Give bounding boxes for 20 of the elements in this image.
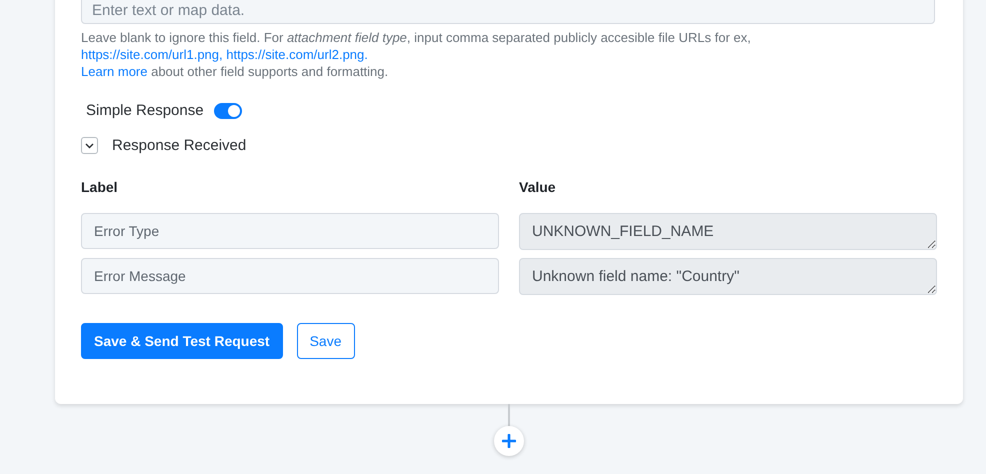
text-area[interactable]: Unknown field name: "Country" (519, 258, 937, 295)
input-field[interactable]: Error Message (81, 258, 499, 294)
chevron-down-icon (85, 142, 94, 149)
input-field[interactable]: Enter text or map data. (81, 0, 935, 24)
column-header: Value (519, 178, 557, 197)
learn-more-link[interactable]: Learn more (81, 64, 148, 79)
plus-icon (502, 434, 516, 448)
link[interactable]: https://site.com/url2.png. (226, 47, 368, 62)
toggle-label: Simple Response (86, 101, 204, 121)
section-title: Response Received (112, 136, 246, 156)
toggle-switch[interactable] (214, 103, 242, 120)
help-text: Leave blank to ignore this field. For attachment field type, input comma separated publicly accesible file URLs for ex, https://site.com/url1.png, https://site.com/url2.png. Learn more about other field supports and formatting. (81, 29, 752, 80)
send-test-button[interactable]: Save & Send Test Request (81, 323, 283, 359)
text-area[interactable]: UNKNOWN_FIELD_NAME (519, 213, 937, 250)
collapse-toggle[interactable] (81, 137, 98, 154)
input-field[interactable]: Error Type (81, 213, 499, 249)
column-header: Label (81, 178, 119, 197)
save-button[interactable]: Save (296, 323, 354, 359)
link[interactable]: https://site.com/url1.png, (81, 47, 223, 62)
add-step-button[interactable] (494, 426, 524, 456)
